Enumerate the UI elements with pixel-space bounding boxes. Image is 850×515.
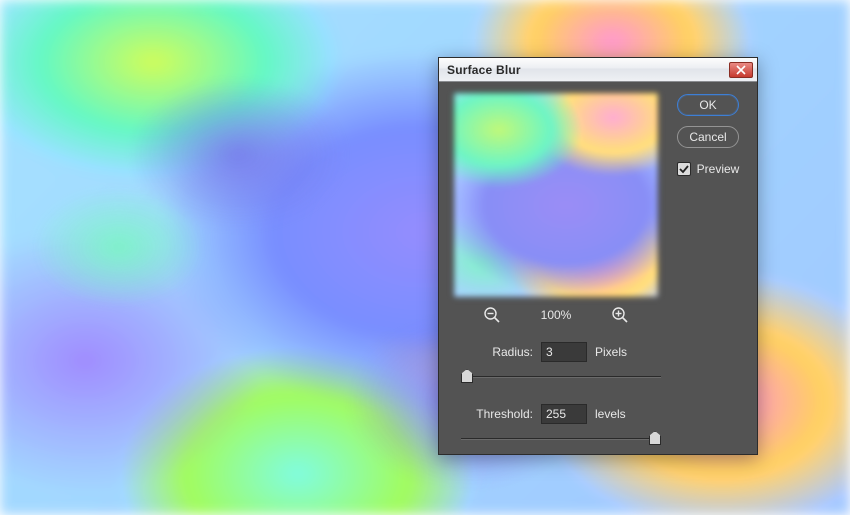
zoom-out-icon xyxy=(483,306,501,324)
dialog-action-column: OK Cancel Preview xyxy=(673,94,743,176)
check-icon xyxy=(679,164,689,174)
dialog-title: Surface Blur xyxy=(447,63,521,77)
filter-preview[interactable] xyxy=(453,92,659,298)
ok-button-label: OK xyxy=(699,98,716,112)
radius-label: Radius: xyxy=(453,345,533,359)
threshold-row: Threshold: levels xyxy=(453,404,743,424)
threshold-slider-thumb[interactable] xyxy=(649,431,661,445)
threshold-input[interactable] xyxy=(541,404,587,424)
threshold-unit: levels xyxy=(595,407,626,421)
titlebar[interactable]: Surface Blur xyxy=(439,58,757,82)
zoom-in-icon xyxy=(611,306,629,324)
zoom-controls: 100% xyxy=(453,306,659,324)
cancel-button-label: Cancel xyxy=(689,130,726,144)
threshold-slider-track xyxy=(461,438,661,440)
surface-blur-dialog: Surface Blur OK Cancel Preview xyxy=(438,57,758,455)
radius-slider-thumb[interactable] xyxy=(461,369,473,383)
preview-checkbox-label: Preview xyxy=(697,162,740,176)
zoom-in-button[interactable] xyxy=(611,306,629,324)
zoom-level: 100% xyxy=(541,308,572,322)
radius-input[interactable] xyxy=(541,342,587,362)
zoom-out-button[interactable] xyxy=(483,306,501,324)
cancel-button[interactable]: Cancel xyxy=(677,126,739,148)
radius-slider[interactable] xyxy=(461,368,661,386)
radius-row: Radius: Pixels xyxy=(453,342,743,362)
preview-checkbox[interactable] xyxy=(677,162,691,176)
preview-toggle-row: Preview xyxy=(677,162,740,176)
threshold-slider[interactable] xyxy=(461,430,661,448)
ok-button[interactable]: OK xyxy=(677,94,739,116)
close-icon xyxy=(736,65,746,75)
radius-unit: Pixels xyxy=(595,345,627,359)
dialog-body: OK Cancel Preview 100% xyxy=(439,82,757,454)
radius-slider-track xyxy=(461,376,661,378)
close-button[interactable] xyxy=(729,62,753,78)
threshold-label: Threshold: xyxy=(453,407,533,421)
